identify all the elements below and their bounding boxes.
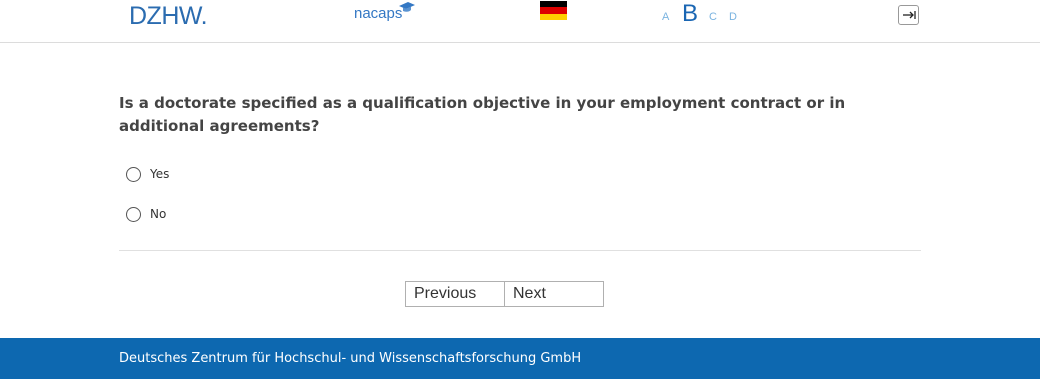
footer-text: Deutsches Zentrum für Hochschul- und Wis… — [119, 351, 582, 366]
divider — [119, 250, 921, 251]
option-no[interactable]: No — [126, 206, 166, 222]
option-yes-label[interactable]: Yes — [150, 167, 169, 181]
font-size-c[interactable]: C — [709, 11, 717, 23]
option-no-label[interactable]: No — [150, 207, 166, 221]
font-size-b[interactable]: B — [682, 0, 698, 28]
header: DZHW. nacaps A B C D — [0, 0, 1040, 43]
previous-button[interactable]: Previous — [405, 281, 505, 307]
graduation-cap-icon — [399, 2, 415, 12]
nacaps-logo: nacaps — [354, 5, 403, 22]
logout-arrow-icon — [903, 11, 916, 19]
question-text: Is a doctorate specified as a qualificat… — [119, 94, 846, 135]
footer: Deutsches Zentrum für Hochschul- und Wis… — [0, 338, 1040, 379]
font-size-a[interactable]: A — [662, 11, 669, 23]
page-navigation: Previous Next — [405, 281, 604, 307]
radio-no[interactable] — [126, 206, 141, 222]
dzhw-logo: DZHW. — [129, 2, 208, 30]
german-flag-icon[interactable] — [540, 1, 567, 20]
radio-yes[interactable] — [126, 166, 141, 182]
next-button[interactable]: Next — [505, 281, 604, 307]
logout-button[interactable] — [898, 5, 919, 25]
option-yes[interactable]: Yes — [126, 166, 169, 182]
font-size-d[interactable]: D — [729, 11, 737, 23]
